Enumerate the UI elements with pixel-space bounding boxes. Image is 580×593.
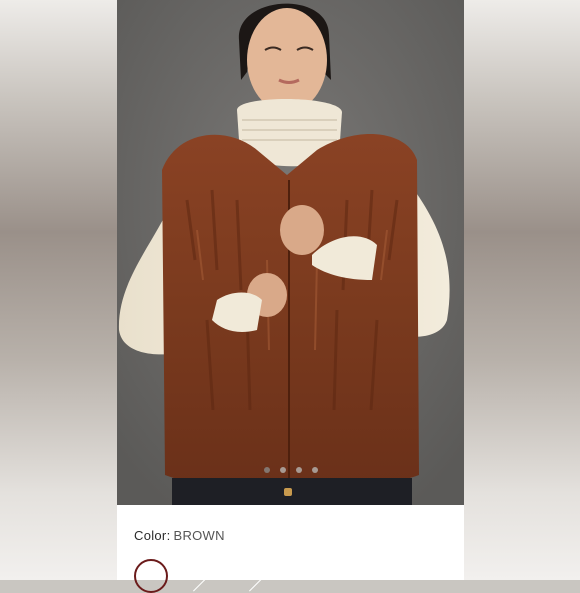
- left-blur-panel: [0, 0, 117, 580]
- color-value: BROWN: [173, 528, 225, 543]
- color-swatches: [134, 559, 302, 593]
- carousel-indicators: [117, 460, 464, 478]
- product-info-panel: Color: BROWN: [117, 505, 464, 593]
- swatch-peach[interactable]: [246, 559, 280, 593]
- unavailable-slash-icon: [193, 562, 222, 592]
- color-label-row: Color: BROWN: [134, 528, 225, 543]
- carousel-dot[interactable]: [295, 467, 302, 473]
- product-image[interactable]: [117, 0, 464, 505]
- carousel-dot[interactable]: [279, 467, 286, 473]
- carousel-dot[interactable]: [311, 467, 318, 473]
- swatch-beige[interactable]: [190, 559, 224, 593]
- carousel-dot[interactable]: [263, 467, 270, 473]
- right-blur-panel: [464, 0, 580, 580]
- product-photo-illustration: [117, 0, 464, 505]
- unavailable-slash-icon: [249, 562, 278, 592]
- color-label: Color:: [134, 528, 171, 543]
- swatch-brown[interactable]: [134, 559, 168, 593]
